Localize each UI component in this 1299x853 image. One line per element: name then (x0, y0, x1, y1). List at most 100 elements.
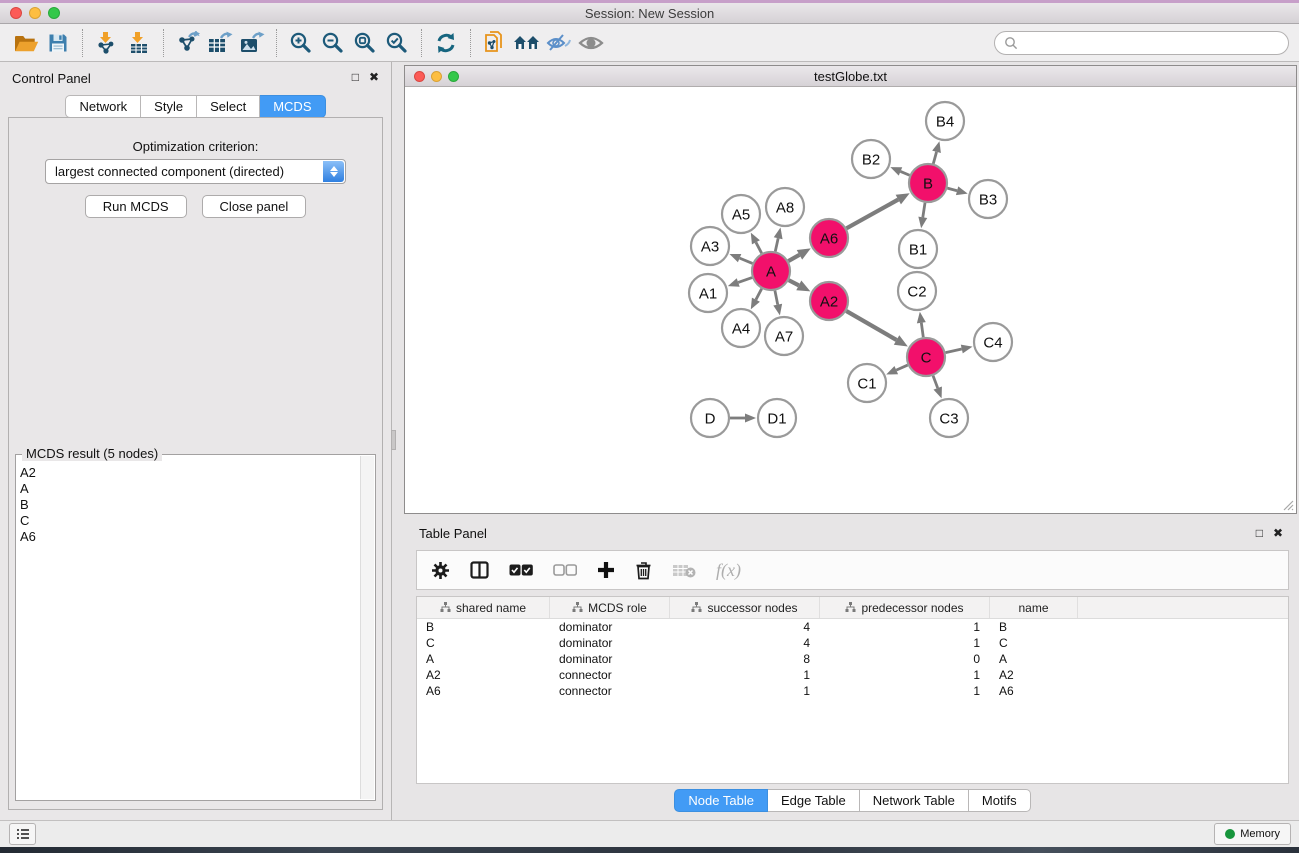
status-bar: Memory (0, 820, 1299, 847)
column-header-successor-nodes[interactable]: successor nodes (670, 597, 820, 618)
graph-edge-A-A5[interactable] (756, 242, 762, 253)
tab-network-table[interactable]: Network Table (860, 789, 969, 812)
graph-node-label: B1 (909, 241, 927, 258)
details-eye-slash-icon (545, 32, 573, 54)
workspace-area: testGlobe.txt B4B2BB3A5A8A6B1A3AC2A1A2A4… (392, 62, 1299, 820)
table-row[interactable]: A2connector11A2 (417, 667, 1288, 683)
graph-edge-C-C3[interactable] (933, 376, 938, 388)
resize-grip-icon[interactable] (1282, 499, 1294, 511)
column-header-predecessor-nodes[interactable]: predecessor nodes (820, 597, 990, 618)
table-row[interactable]: Adominator80A (417, 651, 1288, 667)
result-scrollbar[interactable] (360, 456, 374, 799)
split-divider-handle[interactable] (391, 430, 396, 450)
graph-edge-A-A4[interactable] (756, 289, 762, 300)
column-header-name[interactable]: name (990, 597, 1078, 618)
export-network-button[interactable] (172, 28, 204, 58)
table-row[interactable]: Cdominator41C (417, 635, 1288, 651)
result-item[interactable]: A (20, 481, 358, 497)
add-column-button[interactable] (597, 561, 615, 579)
criterion-select[interactable]: largest connected component (directed) (45, 159, 346, 184)
table-row[interactable]: A6connector11A6 (417, 683, 1288, 699)
edge-arrowhead-icon (961, 345, 973, 354)
unselect-all-button[interactable] (553, 564, 577, 576)
export-image-button[interactable] (236, 28, 268, 58)
zoom-selected-button[interactable] (381, 28, 413, 58)
search-icon (1004, 36, 1018, 50)
graph-edge-C-C2[interactable] (921, 323, 923, 337)
search-input[interactable] (1024, 36, 1279, 50)
run-mcds-button[interactable]: Run MCDS (85, 195, 187, 218)
open-folder-icon (13, 32, 39, 54)
table-cell: dominator (550, 652, 670, 666)
network-canvas[interactable]: B4B2BB3A5A8A6B1A3AC2A1A2A4A7C4CC1C3DD1 (405, 88, 1296, 513)
graph-node-label: A7 (775, 328, 793, 345)
show-hide-button[interactable] (575, 28, 607, 58)
graph-edge-A-A8[interactable] (775, 238, 778, 251)
select-all-button[interactable] (509, 564, 533, 576)
refresh-button[interactable] (430, 28, 462, 58)
close-panel-icon[interactable]: ✖ (369, 71, 379, 83)
tab-motifs[interactable]: Motifs (969, 789, 1031, 812)
close-table-panel-icon[interactable]: ✖ (1273, 527, 1283, 539)
column-type-icon (572, 602, 583, 613)
graph-edge-A6-B[interactable] (846, 200, 898, 229)
tab-edge-table[interactable]: Edge Table (768, 789, 860, 812)
duplicate-network-icon (482, 30, 508, 56)
table-cell: 1 (820, 684, 990, 698)
result-item[interactable]: A6 (20, 529, 358, 545)
tab-mcds[interactable]: MCDS (260, 95, 325, 118)
zoom-fit-button[interactable] (349, 28, 381, 58)
table-cell: dominator (550, 620, 670, 634)
search-field[interactable] (994, 31, 1289, 55)
tab-style[interactable]: Style (141, 95, 197, 118)
open-session-button[interactable] (10, 28, 42, 58)
delete-table-button[interactable] (672, 563, 696, 578)
table-settings-button[interactable] (431, 561, 450, 580)
graph-edge-A-A3[interactable] (740, 258, 753, 263)
table-cell: 1 (670, 684, 820, 698)
table-panel-title: Table Panel (419, 526, 487, 541)
edge-arrowhead-icon (932, 141, 941, 153)
save-session-button[interactable] (42, 28, 74, 58)
graph-edge-B-B4[interactable] (933, 152, 936, 164)
memory-button[interactable]: Memory (1214, 823, 1291, 845)
tab-select[interactable]: Select (197, 95, 260, 118)
console-button[interactable] (9, 823, 36, 845)
graph-edge-A2-C[interactable] (846, 311, 896, 340)
delete-column-button[interactable] (635, 561, 652, 580)
split-view-button[interactable] (470, 561, 489, 579)
table-row[interactable]: Bdominator41B (417, 619, 1288, 635)
result-item[interactable]: C (20, 513, 358, 529)
float-table-panel-icon[interactable]: □ (1256, 527, 1263, 539)
graph-edge-C-C4[interactable] (946, 349, 962, 353)
graph-edge-A-A6[interactable] (788, 255, 799, 261)
tab-node-table[interactable]: Node Table (674, 789, 768, 812)
import-table-button[interactable] (123, 28, 155, 58)
graph-edge-A-A1[interactable] (738, 278, 752, 283)
duplicate-network-button[interactable] (479, 28, 511, 58)
column-header-shared-name[interactable]: shared name (417, 597, 550, 618)
graph-edge-A-A2[interactable] (789, 280, 799, 285)
table-cell: 1 (820, 668, 990, 682)
import-network-icon (95, 31, 119, 55)
zoom-in-button[interactable] (285, 28, 317, 58)
graph-edge-A-A7[interactable] (775, 291, 778, 305)
tab-network[interactable]: Network (65, 95, 141, 118)
result-item[interactable]: A2 (20, 465, 358, 481)
edge-arrowhead-icon (956, 186, 968, 195)
graph-edge-B-B3[interactable] (947, 188, 957, 191)
close-panel-button[interactable]: Close panel (202, 195, 307, 218)
float-panel-icon[interactable]: □ (352, 71, 359, 83)
result-item[interactable]: B (20, 497, 358, 513)
zoom-out-button[interactable] (317, 28, 349, 58)
export-table-button[interactable] (204, 28, 236, 58)
column-header-MCDS-role[interactable]: MCDS role (550, 597, 670, 618)
houses-button[interactable] (511, 28, 543, 58)
function-builder-button[interactable]: f(x) (716, 560, 741, 581)
import-network-button[interactable] (91, 28, 123, 58)
desktop-strip-bottom (0, 847, 1299, 853)
graph-edge-C-C1[interactable] (896, 365, 907, 370)
toggle-graphics-details-button[interactable] (543, 28, 575, 58)
graph-edge-B-B1[interactable] (923, 203, 925, 218)
graph-edge-B-B2[interactable] (900, 171, 909, 175)
